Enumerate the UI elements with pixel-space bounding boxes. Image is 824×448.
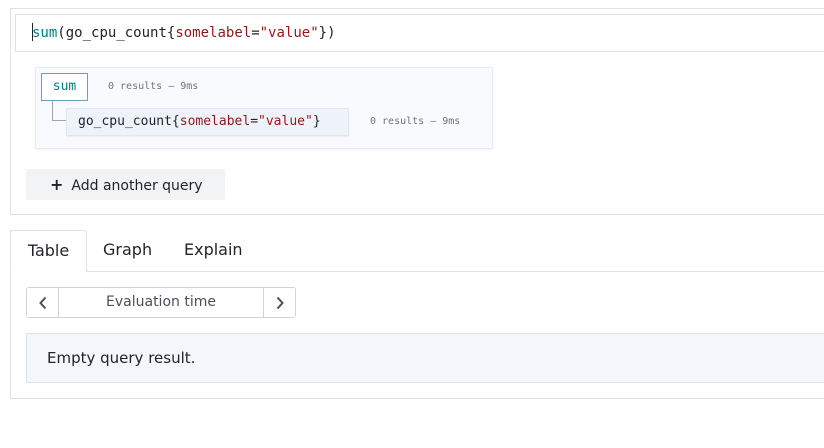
tab-explain[interactable]: Explain — [184, 230, 243, 272]
tree-metric: go_cpu_count — [78, 114, 172, 129]
query-open-paren: ( — [57, 25, 66, 41]
tree-node-selector-result: 0 results – 9ms — [370, 116, 461, 127]
query-fn: sum — [32, 25, 58, 41]
add-query-button[interactable]: + Add another query — [26, 169, 225, 200]
query-close-brace: } — [318, 25, 328, 41]
eval-prev-button[interactable] — [27, 288, 59, 317]
expression-editor[interactable]: sum(go_cpu_count{somelabel="value"}) — [15, 14, 824, 52]
tree-close-brace: } — [312, 114, 321, 129]
tab-table[interactable]: Table — [10, 230, 87, 272]
evaluation-time-input[interactable]: Evaluation time — [59, 288, 263, 317]
query-metric: go_cpu_count — [65, 25, 167, 41]
tree-node-sum-result: 0 results – 9ms — [108, 81, 199, 92]
tree-label-value: "value" — [258, 114, 313, 129]
explain-tree: sum 0 results – 9ms go_cpu_count{somelab… — [35, 67, 493, 149]
add-query-label: Add another query — [71, 178, 203, 194]
tree-label-name: somelabel — [179, 114, 251, 129]
tree-open-brace: { — [171, 114, 180, 129]
query-close-paren: ) — [327, 25, 336, 41]
query-label-value: "value" — [259, 25, 319, 41]
tree-connector — [52, 101, 66, 121]
plus-icon: + — [50, 175, 64, 194]
eval-next-button[interactable] — [263, 288, 295, 317]
tree-node-selector[interactable]: go_cpu_count{somelabel="value"} — [66, 108, 349, 136]
tree-eq: = — [250, 114, 259, 129]
chevron-left-icon — [38, 296, 46, 309]
query-eq: = — [251, 25, 260, 41]
evaluation-time-control: Evaluation time — [26, 287, 296, 318]
tree-node-sum[interactable]: sum — [41, 73, 88, 101]
chevron-right-icon — [276, 296, 284, 309]
query-label-name: somelabel — [175, 25, 252, 41]
empty-result-alert: Empty query result. — [26, 333, 824, 383]
tab-graph[interactable]: Graph — [103, 230, 152, 272]
